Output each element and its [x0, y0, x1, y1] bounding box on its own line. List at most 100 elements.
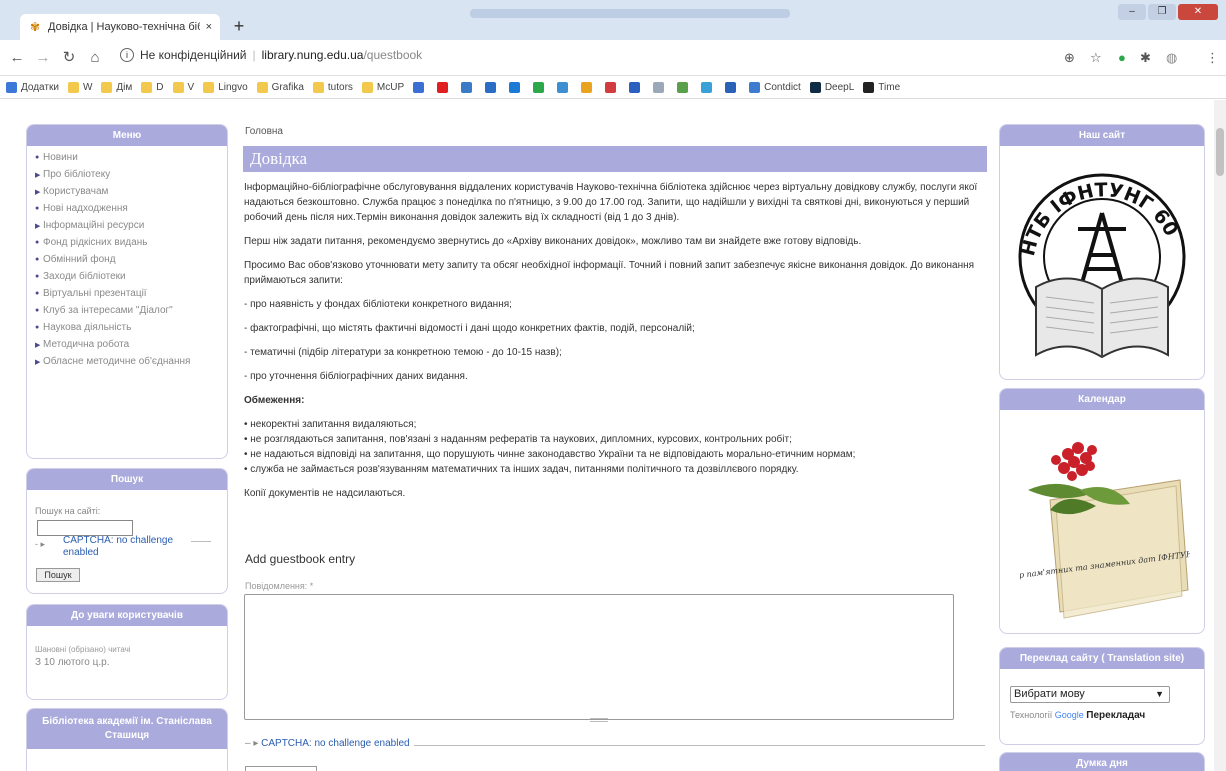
bookmark-item[interactable]: [725, 82, 740, 93]
bookmark-item[interactable]: V: [172, 82, 194, 93]
bookmark-item[interactable]: D: [141, 82, 164, 93]
bookmark-item[interactable]: [581, 82, 596, 93]
maximize-icon[interactable]: ❐: [1148, 4, 1176, 20]
menu-item[interactable]: ● Новини: [35, 152, 227, 163]
menu-item[interactable]: ▶ Користувачам: [35, 186, 227, 197]
expand-arrow-icon: ▶: [35, 189, 41, 196]
request-item: - про уточнення бібліографічних даних ви…: [244, 371, 468, 382]
zoom-icon[interactable]: ⊕: [1064, 50, 1075, 66]
expand-arrow-icon: ▶: [35, 359, 41, 366]
profile-avatar-icon[interactable]: ◍: [1166, 50, 1177, 66]
bookmark-label: DeepL: [824, 82, 855, 93]
tab-close-icon[interactable]: ×: [206, 21, 212, 33]
captcha-legend-main[interactable]: – ▸ CAPTCHA: no challenge enabled: [245, 738, 414, 749]
bookmark-item[interactable]: [437, 82, 452, 93]
limit-item: • не надаються відповіді на запитання, щ…: [244, 449, 856, 460]
youtube-icon: [437, 82, 449, 93]
menu-item[interactable]: ● Заходи бібліотеки: [35, 271, 227, 282]
close-window-icon[interactable]: ✕: [1178, 4, 1218, 20]
bookmark-item[interactable]: Lingvo: [203, 82, 248, 93]
extension-icon[interactable]: ●: [1118, 50, 1126, 66]
textarea-resize-grip[interactable]: [590, 718, 608, 722]
page-scrollbar[interactable]: [1214, 100, 1226, 771]
extensions-puzzle-icon[interactable]: ✱: [1140, 50, 1151, 66]
bookmark-item[interactable]: Grafika: [256, 82, 304, 93]
bookmark-item[interactable]: [629, 82, 644, 93]
bookmark-item[interactable]: McUP: [361, 82, 404, 93]
bullet-icon: ●: [35, 273, 40, 280]
forward-arrow-icon[interactable]: →: [34, 49, 52, 67]
url-host: library.nung.edu.ua: [261, 48, 364, 62]
bookmark-item[interactable]: [557, 82, 572, 93]
bookmark-item[interactable]: [533, 82, 548, 93]
bookmark-item[interactable]: [485, 82, 500, 93]
menu-item-label: Фонд рідкісних видань: [43, 237, 148, 248]
menu-item[interactable]: ▶ Методична робота: [35, 339, 227, 350]
menu-item[interactable]: ● Обмінний фонд: [35, 254, 227, 265]
bookmark-label: D: [156, 82, 164, 93]
calendar-image[interactable]: Календар пам'ятних та знаменних дат ІФНТ…: [982, 420, 1226, 620]
bookmark-item[interactable]: [413, 82, 428, 93]
new-tab-button[interactable]: +: [228, 16, 250, 38]
menu-item[interactable]: ▶ Про бібліотеку: [35, 169, 227, 180]
browser-tab[interactable]: ✾ Довідка | Науково-технічна бібл ×: [20, 14, 220, 40]
site-icon: [581, 82, 593, 93]
search-input[interactable]: [37, 520, 133, 536]
search-button[interactable]: Пошук: [36, 568, 80, 582]
submit-button[interactable]: [245, 766, 317, 771]
home-icon[interactable]: ⌂: [86, 49, 104, 67]
bookmark-item[interactable]: DeepL: [809, 82, 855, 93]
menu-item[interactable]: ▶ Інформаційні ресурси: [35, 220, 227, 231]
library-logo[interactable]: НТБ ІФНТУНГ 60 років: [1011, 148, 1186, 370]
captcha-legend[interactable]: CAPTCHA: no challenge enabled: [63, 535, 183, 559]
site-icon: [629, 82, 641, 93]
bullet-icon: ●: [35, 324, 40, 331]
google-translate-credit[interactable]: Технології Google Перекладач: [1010, 710, 1145, 721]
reload-icon[interactable]: ↻: [60, 49, 78, 67]
message-textarea[interactable]: [244, 594, 954, 720]
bookmark-item[interactable]: Додатки: [6, 82, 59, 93]
site-icon: [749, 82, 761, 93]
captcha-collapse-icon[interactable]: - ▸: [35, 539, 45, 550]
security-label: Не конфіденційний: [140, 48, 247, 62]
bookmark-item[interactable]: Дім: [101, 82, 132, 93]
menu-item-label: Клуб за інтересами "Діалог": [43, 305, 173, 316]
breadcrumb[interactable]: Головна: [245, 126, 283, 137]
captcha-toggle-icon[interactable]: – ▸: [245, 738, 261, 749]
bookmark-item[interactable]: [461, 82, 476, 93]
bookmark-item[interactable]: [605, 82, 620, 93]
menu-item[interactable]: ● Фонд рідкісних видань: [35, 237, 227, 248]
bookmark-item[interactable]: [701, 82, 716, 93]
minimize-icon[interactable]: –: [1118, 4, 1146, 20]
bookmark-item[interactable]: Time: [863, 82, 900, 93]
bookmark-item[interactable]: W: [67, 82, 93, 93]
menu-item[interactable]: ● Нові надходження: [35, 203, 227, 214]
bookmark-item[interactable]: Contdict: [749, 82, 801, 93]
back-arrow-icon[interactable]: ←: [8, 49, 26, 67]
language-select[interactable]: Вибрати мову ▼: [1010, 686, 1170, 703]
bookmark-item[interactable]: [653, 82, 668, 93]
menu-item-label: Заходи бібліотеки: [43, 271, 126, 282]
limits-title: Обмеження:: [244, 395, 305, 406]
request-item: - тематичні (підбір літератури за конкре…: [244, 347, 562, 358]
bookmark-star-icon[interactable]: ☆: [1090, 50, 1102, 66]
scrollbar-thumb[interactable]: [1216, 128, 1224, 176]
notice-line-1: Шановні (обрізано) читачі: [35, 645, 131, 654]
bookmark-item[interactable]: [677, 82, 692, 93]
info-icon[interactable]: i: [120, 48, 134, 62]
menu-item[interactable]: ▶ Обласне методичне об'єднання: [35, 356, 227, 367]
bullet-icon: ●: [35, 290, 40, 297]
bookmark-item[interactable]: [509, 82, 524, 93]
menu-item-label: Віртуальні презентації: [43, 288, 147, 299]
bookmark-label: W: [82, 82, 93, 93]
bookmark-label: Grafika: [271, 82, 304, 93]
browser-menu-icon[interactable]: ⋮: [1206, 50, 1219, 66]
bullet-icon: ●: [35, 205, 40, 212]
menu-item[interactable]: ● Наукова діяльність: [35, 322, 227, 333]
url-field[interactable]: i Не конфіденційний | library.nung.edu.u…: [120, 48, 422, 62]
site-icon: [701, 82, 713, 93]
menu-item[interactable]: ● Клуб за інтересами "Діалог": [35, 305, 227, 316]
bookmark-label: Time: [878, 82, 901, 93]
bookmark-item[interactable]: tutors: [312, 82, 353, 93]
menu-item[interactable]: ● Віртуальні презентації: [35, 288, 227, 299]
